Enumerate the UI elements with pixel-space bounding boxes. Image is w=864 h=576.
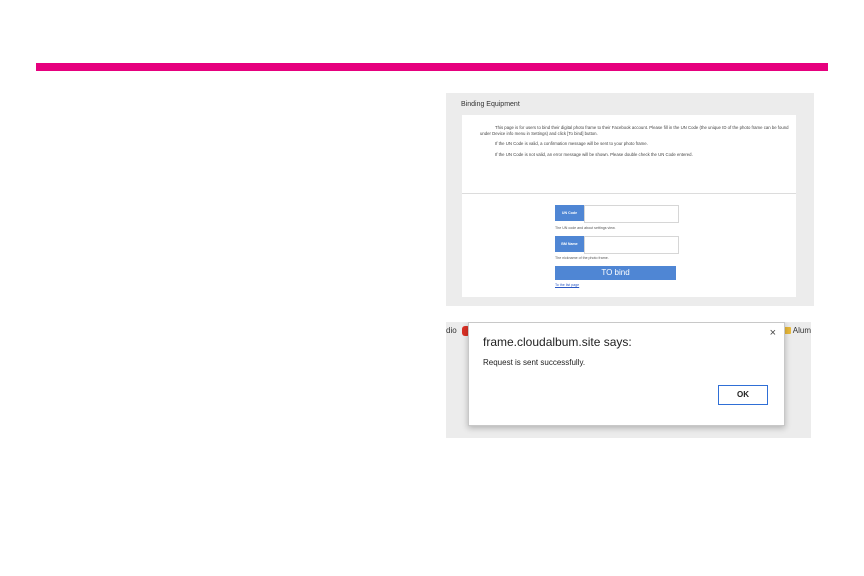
list-page-link[interactable]: To the list page: [555, 283, 579, 287]
binding-panel: This page is for users to bind their dig…: [462, 115, 796, 297]
bm-name-help: The nickname of the photo frame.: [555, 256, 609, 260]
description-paragraph: If the UN Code is valid, a confirmation …: [495, 141, 648, 146]
bookmark-label: Alum: [792, 326, 811, 335]
alert-dialog: frame.cloudalbum.site says: × Request is…: [468, 322, 785, 426]
un-code-label: UN Code: [555, 205, 584, 221]
dialog-message: Request is sent successfully.: [483, 358, 586, 367]
description-paragraph: This page is for users to bind their dig…: [480, 125, 789, 136]
binding-equipment-screenshot: Binding Equipment This page is for users…: [446, 93, 814, 306]
toolbar-fragment: dio: [446, 326, 457, 335]
un-code-help: The UN code and about settings view.: [555, 226, 616, 230]
bookmark-folder[interactable]: Alum: [781, 326, 811, 335]
ok-button[interactable]: OK: [718, 385, 768, 405]
dialog-title: frame.cloudalbum.site says:: [483, 335, 632, 349]
bm-name-input[interactable]: [584, 236, 679, 254]
close-icon[interactable]: ×: [770, 327, 776, 339]
bm-name-label: BM Name: [555, 236, 584, 252]
accent-bar: [36, 63, 828, 71]
description: This page is for users to bind their dig…: [480, 125, 792, 162]
to-bind-button[interactable]: TO bind: [555, 266, 676, 280]
alert-screenshot: dio Alum frame.cloudalbum.site says: × R…: [446, 322, 811, 438]
description-paragraph: If the UN Code is not valid, an error me…: [495, 151, 693, 157]
page-title: Binding Equipment: [461, 101, 520, 108]
un-code-input[interactable]: [584, 205, 679, 223]
divider: [462, 193, 796, 194]
